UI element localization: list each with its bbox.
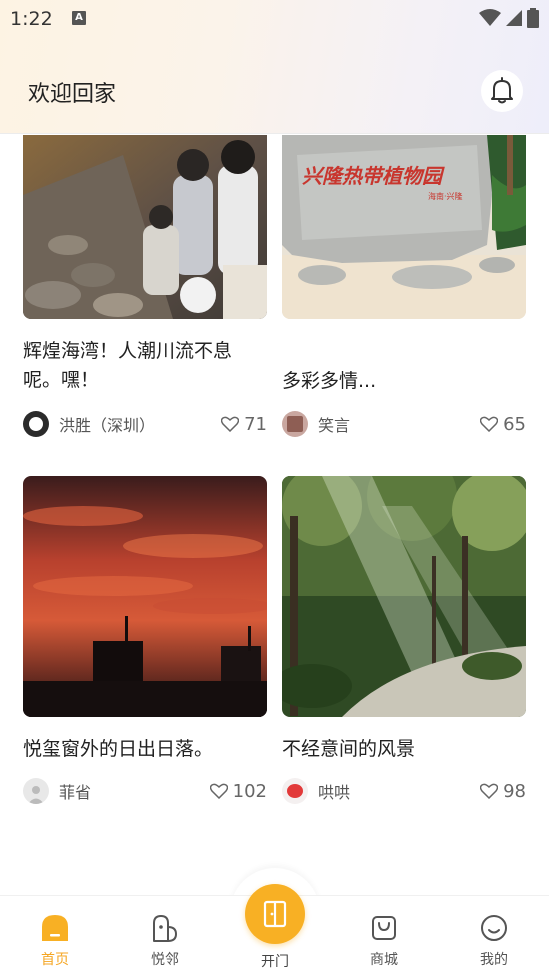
sunset-photo	[23, 476, 267, 717]
like-count: 98	[503, 780, 526, 802]
open-door-button[interactable]	[245, 884, 305, 944]
status-bar: 1:22 A	[0, 0, 549, 36]
status-time: 1:22	[10, 8, 53, 30]
default-avatar-icon	[28, 786, 44, 804]
neighbors-icon	[153, 915, 177, 942]
post-photo-forest[interactable]	[282, 476, 526, 717]
heart-icon	[480, 783, 499, 799]
garden-sign-photo: 兴隆热带植物园 海南·兴隆	[282, 135, 526, 319]
tab-mine-label: 我的	[480, 952, 508, 968]
heart-icon	[221, 416, 240, 432]
home-icon	[42, 915, 68, 941]
author-row: 笑言 65	[282, 409, 526, 439]
garden-sign-subtext: 海南·兴隆	[428, 191, 463, 201]
post-card[interactable]: 不经意间的风景 哄哄 98	[282, 476, 526, 806]
signal-icon	[506, 10, 522, 26]
like-count: 71	[244, 413, 267, 435]
like-button[interactable]: 71	[221, 414, 267, 435]
post-photo-sunset[interactable]	[23, 476, 267, 717]
tab-mine[interactable]: 我的	[454, 913, 534, 969]
author-row: 哄哄 98	[282, 776, 526, 806]
open-door-label: 开门	[261, 954, 289, 970]
notifications-button[interactable]	[481, 70, 523, 112]
tab-home[interactable]: 首页	[15, 913, 95, 969]
tab-neighbors[interactable]: 悦邻	[125, 913, 205, 969]
author-row: 菲省 102	[23, 776, 267, 806]
post-card[interactable]: 兴隆热带植物园 海南·兴隆 多彩多情... 笑言 65	[282, 135, 526, 445]
author-avatar[interactable]	[23, 411, 49, 437]
author-avatar[interactable]	[282, 778, 308, 804]
garden-sign-text: 兴隆热带植物园	[302, 164, 445, 188]
post-title[interactable]: 辉煌海湾！人潮川流不息呢。嘿！	[23, 337, 267, 395]
author-name[interactable]: 笑言	[318, 412, 480, 436]
like-count: 65	[503, 413, 526, 435]
post-card[interactable]: 悦玺窗外的日出日落。 菲省 102	[23, 476, 267, 806]
status-icons	[479, 8, 539, 28]
tab-home-label: 首页	[41, 952, 69, 968]
tab-mall-label: 商城	[370, 952, 398, 968]
tab-neighbors-label: 悦邻	[151, 952, 179, 968]
like-button[interactable]: 98	[480, 781, 526, 802]
crowd-photo	[23, 135, 267, 319]
author-avatar[interactable]	[23, 778, 49, 804]
notification-icon: A	[72, 11, 86, 25]
forest-photo	[282, 476, 526, 717]
author-avatar[interactable]	[282, 411, 308, 437]
like-button[interactable]: 102	[209, 780, 267, 802]
shopping-bag-icon	[372, 916, 396, 940]
post-photo-garden-sign[interactable]: 兴隆热带植物园 海南·兴隆	[282, 135, 526, 319]
post-card[interactable]: 辉煌海湾！人潮川流不息呢。嘿！ 洪胜（深圳） 71	[23, 135, 267, 445]
battery-icon	[527, 8, 539, 28]
heart-icon	[480, 416, 499, 432]
like-button[interactable]: 65	[480, 414, 526, 435]
post-title[interactable]: 多彩多情...	[282, 367, 526, 396]
author-row: 洪胜（深圳） 71	[23, 409, 267, 439]
post-photo-crowd[interactable]	[23, 135, 267, 319]
author-name[interactable]: 洪胜（深圳）	[59, 412, 221, 436]
like-count: 102	[232, 780, 267, 802]
author-name[interactable]: 菲省	[59, 779, 210, 803]
post-feed[interactable]: 辉煌海湾！人潮川流不息呢。嘿！ 洪胜（深圳） 71 兴隆热带植物园 海南·兴隆 …	[0, 135, 549, 895]
author-name[interactable]: 哄哄	[318, 779, 480, 803]
heart-icon	[209, 783, 228, 799]
smile-face-icon	[481, 915, 507, 941]
post-title[interactable]: 不经意间的风景	[282, 735, 526, 764]
page-title: 欢迎回家	[28, 82, 117, 107]
wifi-icon	[479, 9, 501, 26]
bell-icon	[491, 77, 513, 104]
tab-mall[interactable]: 商城	[344, 913, 424, 969]
post-title[interactable]: 悦玺窗外的日出日落。	[23, 735, 267, 764]
door-icon	[263, 900, 287, 928]
